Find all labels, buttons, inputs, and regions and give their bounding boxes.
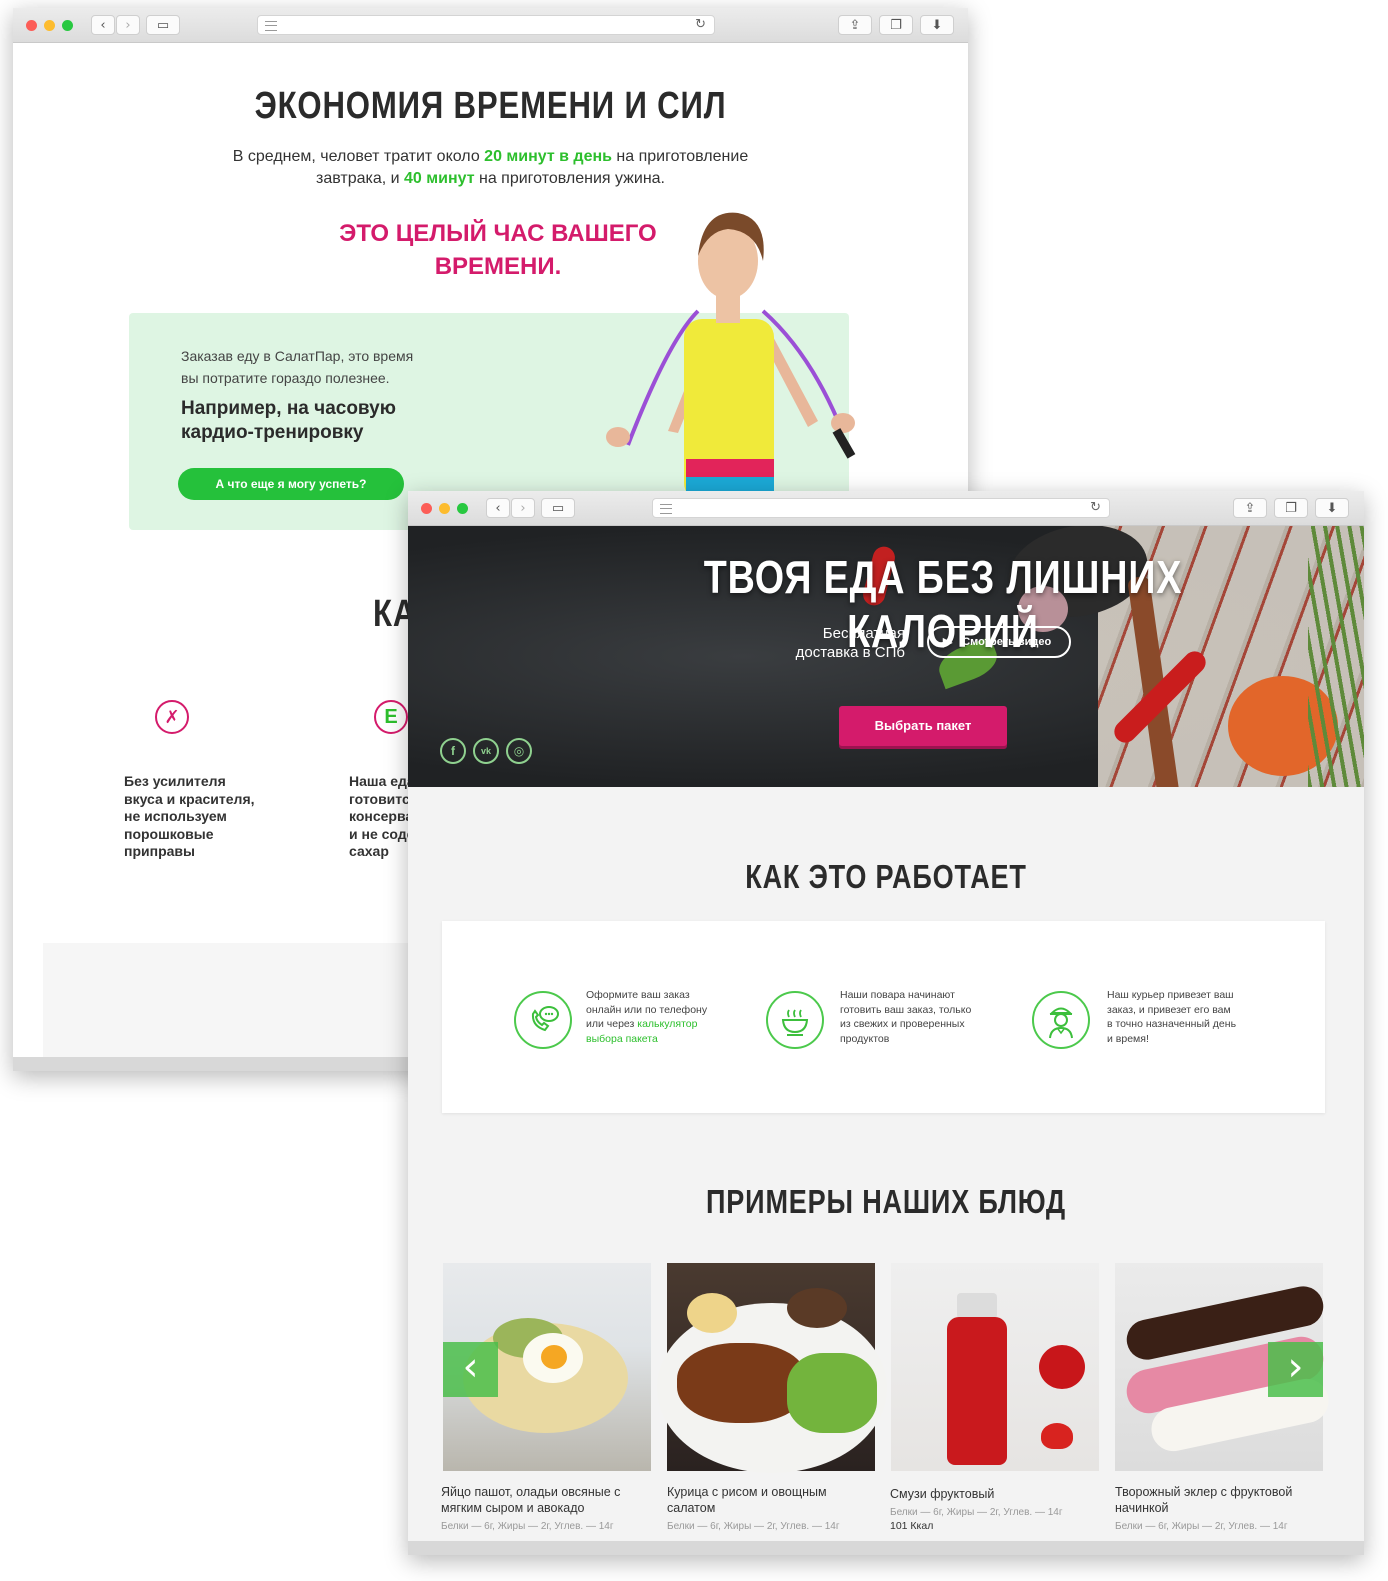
downloads-icon[interactable]: ⬇ [1315, 498, 1349, 518]
instagram-icon[interactable]: ◎ [506, 738, 532, 764]
hero-section: ТВОЯ ЕДА БЕЗ ЛИШНИХ КАЛОРИЙ Бесплатная д… [408, 526, 1364, 787]
reader-icon [265, 21, 277, 31]
courier-icon [1032, 991, 1090, 1049]
dish-nutrition: Белки — 6г, Жиры — 2г, Углев. — 14г [1115, 1521, 1288, 1532]
address-bar[interactable]: ↻ [652, 498, 1110, 518]
minimize-window-button[interactable] [44, 20, 55, 31]
reader-icon [660, 504, 672, 514]
forward-nav-button[interactable]: › [511, 498, 535, 518]
forward-nav-button[interactable]: › [116, 15, 140, 35]
watch-video-button[interactable]: ▶ Смотреть видео [927, 626, 1071, 658]
dish-caption: Творожный эклер с фруктовой начинкой Бел… [1115, 1484, 1327, 1532]
browser-toolbar: ‹ › ▭ ↻ ⇪ ❐ ⬇ [13, 8, 968, 43]
zoom-window-button[interactable] [62, 20, 73, 31]
step-text: Наш курьер привезет ваш заказ, и привезе… [1107, 989, 1237, 1045]
browser-toolbar: ‹ › ▭ ↻ ⇪ ❐ ⬇ [408, 491, 1364, 526]
tabs-icon[interactable]: ❐ [1274, 498, 1308, 518]
carousel-next-button[interactable]: › [1268, 1342, 1323, 1397]
facebook-icon[interactable]: f [440, 738, 466, 764]
dish-caption: Курица с рисом и овощным салатом Белки —… [667, 1484, 879, 1532]
dish-image-chicken[interactable] [657, 1263, 887, 1473]
sidebar-toggle-icon[interactable]: ▭ [541, 498, 575, 518]
woman-with-jump-rope-image [606, 212, 856, 501]
dish-nutrition: Белки — 6г, Жиры — 2г, Углев. — 14г [667, 1521, 840, 1532]
play-icon: ▶ [943, 635, 953, 649]
steps-card: Оформите ваш заказ онлайн или по телефон… [442, 921, 1325, 1113]
tabs-icon[interactable]: ❐ [879, 15, 913, 35]
bowl-icon [766, 991, 824, 1049]
phone-chat-icon [514, 991, 572, 1049]
close-window-button[interactable] [26, 20, 37, 31]
reload-icon[interactable]: ↻ [695, 17, 706, 32]
intro-text: В среднем, человет тратит около 20 минут… [232, 148, 749, 187]
how-it-works-title: КАК ЭТО РАБОТАЕТ [745, 858, 1027, 895]
back-nav-button[interactable]: ‹ [91, 15, 115, 35]
calculator-link[interactable]: выбора пакета [586, 1032, 736, 1047]
card-text: Заказав еду в СалатПар, это время вы пот… [181, 348, 414, 386]
dish-name: Смузи фруктовый [890, 1487, 995, 1501]
dish-nutrition: Белки — 6г, Жиры — 2г, Углев. — 14г [441, 1521, 614, 1532]
close-window-button[interactable] [421, 503, 432, 514]
no-flavor-icon: ✗ [155, 700, 189, 734]
feature-text: Наша еда готовитс консерва и не соде сах… [349, 773, 415, 859]
dish-image-smoothie[interactable] [891, 1263, 1099, 1471]
reload-icon[interactable]: ↻ [1090, 500, 1101, 515]
card-bold-text: Например, на часовую кардио-тренировку [181, 398, 396, 443]
back-nav-button[interactable]: ‹ [486, 498, 510, 518]
choose-package-button[interactable]: Выбрать пакет [839, 706, 1007, 746]
share-icon[interactable]: ⇪ [1233, 498, 1267, 518]
step-text: Оформите ваш заказ онлайн или по телефон… [586, 988, 736, 1046]
downloads-icon[interactable]: ⬇ [920, 15, 954, 35]
dish-name: Творожный эклер с фруктовой начинкой [1115, 1485, 1293, 1515]
address-bar[interactable]: ↻ [257, 15, 715, 35]
share-icon[interactable]: ⇪ [838, 15, 872, 35]
section-title-economy: ЭКОНОМИЯ ВРЕМЕНИ И СИЛ [254, 85, 727, 127]
minimize-window-button[interactable] [439, 503, 450, 514]
feature-text: Без усилителя вкуса и красителя, не испо… [124, 773, 255, 859]
dish-kcal: 101 Ккал [890, 1520, 934, 1532]
zoom-window-button[interactable] [457, 503, 468, 514]
herbs-decoration [1308, 526, 1364, 787]
no-e-additives-icon: E [374, 700, 408, 734]
dish-caption: Смузи фруктовый Белки — 6г, Жиры — 2г, У… [890, 1486, 1102, 1532]
free-delivery-text: Бесплатная доставка в СПб [795, 625, 905, 661]
window-bottom-bar [408, 1541, 1364, 1555]
vk-icon[interactable]: vk [473, 738, 499, 764]
carousel-prev-button[interactable]: ‹ [443, 1342, 498, 1397]
dish-name: Курица с рисом и овощным салатом [667, 1485, 827, 1515]
dish-name: Яйцо пашот, оладьи овсяные с мягким сыро… [441, 1485, 621, 1515]
dish-caption: Яйцо пашот, оладьи овсяные с мягким сыро… [441, 1484, 653, 1532]
what-else-button[interactable]: А что еще я могу успеть? [178, 468, 404, 500]
front-browser-window: ‹ › ▭ ↻ ⇪ ❐ ⬇ ТВОЯ ЕДА БЕЗ ЛИШНИХ КАЛОРИ… [408, 491, 1364, 1555]
dish-nutrition: Белки — 6г, Жиры — 2г, Углев. — 14г [890, 1507, 1063, 1518]
sidebar-toggle-icon[interactable]: ▭ [146, 15, 180, 35]
calculator-link[interactable]: калькулятор [637, 1018, 697, 1030]
step-text: Наши повара начинают готовить ваш заказ,… [840, 989, 972, 1045]
dish-examples-title: ПРИМЕРЫ НАШИХ БЛЮД [706, 1183, 1066, 1220]
